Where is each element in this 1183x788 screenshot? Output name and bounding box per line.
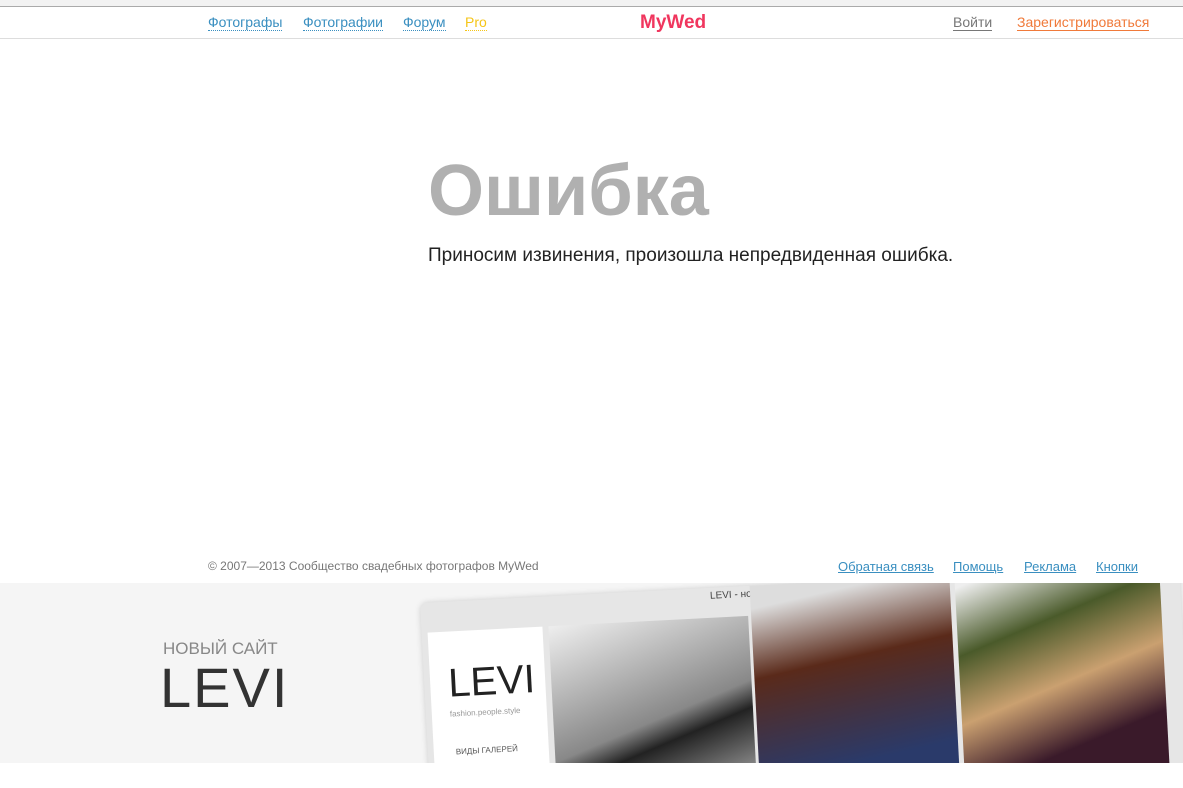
banner-title: LEVI [160, 656, 290, 719]
feedback-link[interactable]: Обратная связь [838, 559, 934, 574]
nav-photos[interactable]: Фотографии [303, 15, 384, 31]
browser-strip [0, 0, 1183, 7]
preview-photo-redhead [749, 583, 960, 763]
preview-photo-bw [548, 615, 759, 763]
ads-link[interactable]: Реклама [1024, 559, 1076, 574]
register-link[interactable]: Зарегистрироваться [1017, 15, 1150, 31]
nav-pro[interactable]: Pro [465, 15, 487, 31]
preview-photo-floral [954, 583, 1170, 763]
preview-menu: ВИДЫ ГАЛЕРЕЙ [455, 744, 519, 757]
nav-photographers[interactable]: Фотографы [208, 15, 283, 31]
preview-tagline: fashion.people.style [449, 705, 521, 719]
help-link[interactable]: Помощь [953, 559, 1003, 574]
nav-forum[interactable]: Форум [403, 15, 446, 31]
preview-sidebar: LEVI fashion.people.style ВИДЫ ГАЛЕРЕЙ [427, 626, 552, 763]
copyright: © 2007—2013 Сообщество свадебных фотогра… [208, 559, 539, 573]
error-title: Ошибка [428, 151, 709, 231]
error-message: Приносим извинения, произошла непредвиде… [428, 245, 954, 266]
site-logo[interactable]: MyWed [640, 12, 706, 34]
header: Фотографы Фотографии Форум Pro Войти Зар… [0, 8, 1183, 39]
levi-banner[interactable]: НОВЫЙ САЙТ LEVI LEVI - новый сайт от ...… [0, 583, 1183, 763]
site-preview-image: LEVI - новый сайт от ... LEVI fashion.pe… [420, 583, 1183, 763]
buttons-link[interactable]: Кнопки [1096, 559, 1138, 574]
preview-logo: LEVI [447, 657, 537, 706]
login-link[interactable]: Войти [953, 15, 993, 31]
